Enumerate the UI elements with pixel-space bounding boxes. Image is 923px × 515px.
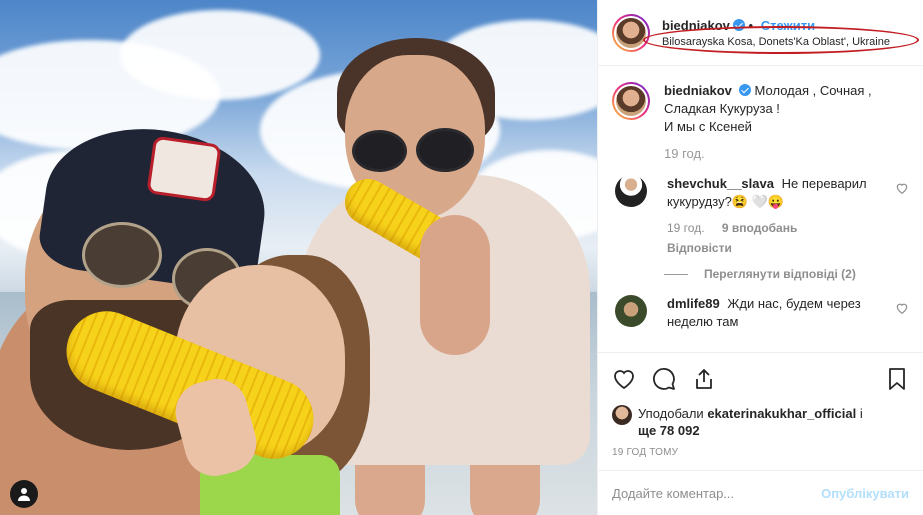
caption-text-line3: И мы с Ксеней: [664, 119, 752, 134]
tagged-users-button[interactable]: [10, 480, 38, 508]
caption-text-line1: Молодая , Сочная ,: [754, 83, 872, 98]
caption-time[interactable]: 19 год.: [664, 146, 909, 161]
post-actions: Уподобали ekaterinakukhar_official і ще …: [598, 352, 923, 458]
likes-join: і: [859, 406, 863, 421]
liker-username[interactable]: ekaterinakukhar_official: [707, 406, 856, 421]
post-timestamp[interactable]: 19 ГОД ТОМУ: [612, 447, 909, 458]
woman-sunglasses: [352, 130, 407, 172]
commenter-avatar[interactable]: [615, 295, 647, 327]
separator-dot: •: [748, 17, 754, 33]
publish-button[interactable]: Опублікувати: [821, 486, 909, 501]
location-link[interactable]: Bilosarayska Kosa, Donets'Ka Oblast', Uk…: [662, 36, 890, 48]
comment-likes[interactable]: 9 вподобань: [722, 221, 797, 235]
comment-username[interactable]: dmlife89: [667, 296, 720, 311]
likes-count[interactable]: ще 78 092: [638, 423, 700, 438]
comment: dmlife89 Жди нас, будем через неделю там: [612, 295, 909, 331]
add-comment-bar: Додайте коментар... Опублікувати: [598, 470, 923, 515]
liker-avatar[interactable]: [612, 405, 632, 425]
follow-button[interactable]: Стежити: [761, 18, 815, 33]
caption: biedniakov Молодая , Сочная , Сладкая Ку…: [612, 82, 909, 136]
post-header: biedniakov • Стежити Bilosarayska Kosa, …: [598, 0, 923, 66]
caption-text-line2: Сладкая Кукуруза !: [664, 101, 780, 116]
author-avatar[interactable]: [612, 13, 650, 52]
post-sidebar: biedniakov • Стежити Bilosarayska Kosa, …: [597, 0, 923, 515]
view-replies-button[interactable]: Переглянути відповіді (2): [664, 267, 909, 281]
verified-icon: [732, 18, 745, 31]
likes-summary: Уподобали ekaterinakukhar_official і ще …: [612, 405, 909, 439]
bookmark-icon[interactable]: [885, 367, 909, 391]
user-icon: [18, 488, 30, 501]
post-photo[interactable]: [0, 0, 597, 515]
share-icon[interactable]: [692, 367, 716, 391]
heart-icon[interactable]: [612, 367, 636, 391]
author-avatar[interactable]: [612, 82, 650, 120]
likes-prefix: Уподобали: [638, 406, 704, 421]
comment-username[interactable]: shevchuk__slava: [667, 176, 774, 191]
reply-button[interactable]: Відповісти: [667, 239, 895, 257]
caption-username[interactable]: biedniakov: [664, 83, 732, 98]
cap-logo: [146, 135, 222, 203]
cloud: [120, 10, 320, 100]
comment: shevchuk__slava Не переварил кукурудзу?😫…: [612, 175, 909, 257]
author-username[interactable]: biedniakov: [662, 18, 730, 33]
woman-arm: [420, 215, 490, 355]
heart-icon[interactable]: [895, 301, 909, 315]
comment-input[interactable]: Додайте коментар...: [612, 486, 821, 501]
man-sunglasses: [82, 222, 162, 288]
comments-list[interactable]: biedniakov Молодая , Сочная , Сладкая Ку…: [598, 66, 923, 356]
commenter-avatar[interactable]: [615, 175, 647, 207]
comment-icon[interactable]: [652, 367, 676, 391]
verified-icon: [738, 84, 751, 96]
heart-icon[interactable]: [895, 181, 909, 195]
comment-time[interactable]: 19 год.: [667, 221, 705, 235]
woman-sunglasses: [416, 128, 474, 172]
